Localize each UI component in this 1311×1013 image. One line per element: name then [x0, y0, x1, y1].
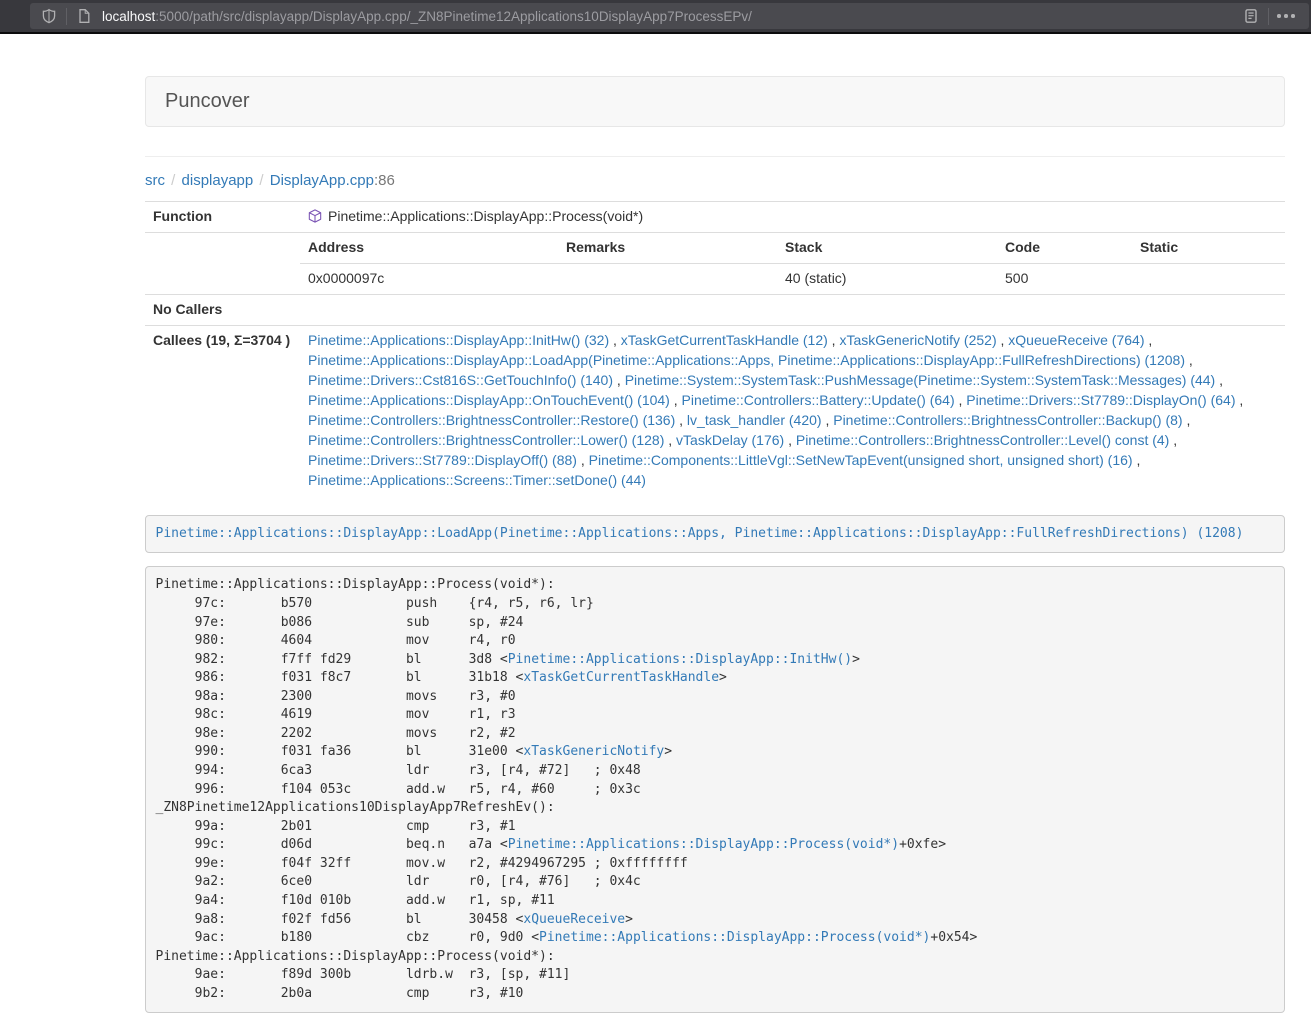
ellipsis-icon[interactable]	[1275, 5, 1297, 27]
function-stats-row: Address Remarks Stack Code Static 0x0000…	[145, 232, 1285, 294]
code-value: 500	[997, 263, 1132, 293]
callee-link[interactable]: Pinetime::Drivers::Cst816S::GetTouchInfo…	[308, 372, 613, 388]
address-value: 0x0000097c	[300, 263, 558, 293]
callee-link[interactable]: Pinetime::Applications::DisplayApp::Init…	[308, 332, 609, 348]
callee-link[interactable]: Pinetime::Controllers::BrightnessControl…	[796, 432, 1169, 448]
callee-link[interactable]: Pinetime::System::SystemTask::PushMessag…	[625, 372, 1216, 388]
breadcrumb: src / displayapp / DisplayApp.cpp:86	[145, 172, 1285, 189]
callees-row: Callees (19, Σ=3704 ) Pinetime::Applicat…	[145, 325, 1285, 495]
cube-icon	[308, 209, 322, 223]
callee-link[interactable]: Pinetime::Controllers::BrightnessControl…	[308, 432, 664, 448]
empty-label	[145, 232, 300, 294]
callee-separator: ,	[664, 432, 676, 448]
col-address: Address	[300, 233, 558, 263]
callee-separator: ,	[997, 332, 1009, 348]
url-bar[interactable]: localhost:5000/path/src/displayapp/Displ…	[30, 3, 1309, 29]
callee-link[interactable]: vTaskDelay (176)	[676, 432, 784, 448]
stats-values-row: 0x0000097c 40 (static) 500	[300, 263, 1285, 293]
col-stack: Stack	[777, 233, 997, 263]
puncover-brand-panel: Puncover	[145, 76, 1285, 127]
callee-link[interactable]: Pinetime::Controllers::BrightnessControl…	[833, 412, 1182, 428]
function-label: Function	[145, 202, 300, 233]
asm-symbol-link[interactable]: Pinetime::Applications::DisplayApp::Init…	[508, 652, 852, 667]
callee-separator: ,	[675, 412, 687, 428]
callees-cell: Pinetime::Applications::DisplayApp::Init…	[300, 325, 1285, 495]
callee-link[interactable]: Pinetime::Controllers::Battery::Update()…	[682, 392, 955, 408]
callee-link[interactable]: Pinetime::Components::LittleVgl::SetNewT…	[589, 452, 1133, 468]
function-row: Function Pinetime::Applications::Display…	[145, 202, 1285, 233]
callee-separator: ,	[670, 392, 682, 408]
asm-symbol-link[interactable]: xQueueReceive	[523, 912, 625, 927]
page-content: Puncover src / displayapp / DisplayApp.c…	[145, 76, 1285, 1013]
asm-symbol-link[interactable]: Pinetime::Applications::DisplayApp::Proc…	[539, 930, 930, 945]
shield-icon[interactable]	[38, 5, 60, 27]
callee-separator: ,	[609, 332, 621, 348]
stats-header-row: Address Remarks Stack Code Static	[300, 233, 1285, 263]
url-text: localhost:5000/path/src/displayapp/Displ…	[102, 9, 752, 24]
no-callers-row: No Callers	[145, 294, 1285, 325]
breadcrumb-link[interactable]: displayapp	[182, 172, 254, 189]
callee-separator: ,	[1169, 432, 1177, 448]
remarks-value	[558, 263, 777, 293]
callee-link[interactable]: Pinetime::Applications::DisplayApp::OnTo…	[308, 392, 670, 408]
callee-link[interactable]: Pinetime::Applications::DisplayApp::Load…	[308, 352, 1185, 368]
breadcrumb-separator: /	[253, 172, 270, 189]
asm-symbol-link[interactable]: xTaskGenericNotify	[523, 744, 664, 759]
browser-toolbar: localhost:5000/path/src/displayapp/Displ…	[0, 0, 1311, 34]
breadcrumb-link[interactable]: DisplayApp.cpp	[270, 172, 374, 189]
loadapp-snippet: Pinetime::Applications::DisplayApp::Load…	[145, 515, 1285, 554]
callee-separator: ,	[955, 392, 967, 408]
disassembly-pre: Pinetime::Applications::DisplayApp::Proc…	[145, 566, 1285, 1013]
callee-separator: ,	[784, 432, 796, 448]
callee-separator: ,	[828, 332, 840, 348]
static-value	[1132, 263, 1285, 293]
stack-value: 40 (static)	[777, 263, 997, 293]
reader-view-icon[interactable]	[1240, 5, 1262, 27]
col-remarks: Remarks	[558, 233, 777, 263]
callee-link[interactable]: xTaskGenericNotify (252)	[839, 332, 996, 348]
callee-link[interactable]: xQueueReceive (764)	[1008, 332, 1144, 348]
breadcrumb-separator: /	[165, 172, 182, 189]
divider	[145, 156, 1285, 157]
col-static: Static	[1132, 233, 1285, 263]
breadcrumb-line-number: :86	[374, 172, 395, 189]
callee-separator: ,	[577, 452, 589, 468]
callee-link[interactable]: Pinetime::Applications::Screens::Timer::…	[308, 472, 646, 488]
callee-separator: ,	[613, 372, 625, 388]
function-name: Pinetime::Applications::DisplayApp::Proc…	[328, 208, 643, 224]
toolbar-separator	[66, 8, 67, 25]
breadcrumb-link[interactable]: src	[145, 172, 165, 189]
function-name-cell: Pinetime::Applications::DisplayApp::Proc…	[300, 202, 1285, 233]
callee-link[interactable]: xTaskGetCurrentTaskHandle (12)	[621, 332, 828, 348]
no-callers-cell	[300, 294, 1285, 325]
callees-label: Callees (19, Σ=3704 )	[145, 325, 300, 495]
asm-symbol-link[interactable]: xTaskGetCurrentTaskHandle	[523, 670, 719, 685]
toolbar-separator	[1268, 8, 1269, 25]
callee-separator: ,	[1185, 352, 1193, 368]
callee-link[interactable]: Pinetime::Controllers::BrightnessControl…	[308, 412, 675, 428]
stats-table: Address Remarks Stack Code Static 0x0000…	[300, 233, 1285, 294]
url-path: :5000/path/src/displayapp/DisplayApp.cpp…	[155, 9, 752, 24]
callee-separator: ,	[822, 412, 834, 428]
stats-cell: Address Remarks Stack Code Static 0x0000…	[300, 232, 1285, 294]
callee-separator: ,	[1183, 412, 1191, 428]
callee-separator: ,	[1215, 372, 1223, 388]
function-table: Function Pinetime::Applications::Display…	[145, 201, 1285, 496]
callee-separator: ,	[1144, 332, 1152, 348]
no-callers-label: No Callers	[145, 294, 300, 325]
callee-link[interactable]: Pinetime::Drivers::St7789::DisplayOn() (…	[966, 392, 1235, 408]
loadapp-snippet-link[interactable]: Pinetime::Applications::DisplayApp::Load…	[156, 526, 1244, 541]
brand-title: Puncover	[165, 90, 250, 112]
asm-symbol-link[interactable]: Pinetime::Applications::DisplayApp::Proc…	[508, 837, 899, 852]
url-host: localhost	[102, 9, 155, 24]
page-icon[interactable]	[73, 5, 95, 27]
callee-separator: ,	[1236, 392, 1244, 408]
callee-separator: ,	[1133, 452, 1141, 468]
col-code: Code	[997, 233, 1132, 263]
callee-link[interactable]: Pinetime::Drivers::St7789::DisplayOff() …	[308, 452, 577, 468]
callee-link[interactable]: lv_task_handler (420)	[687, 412, 822, 428]
